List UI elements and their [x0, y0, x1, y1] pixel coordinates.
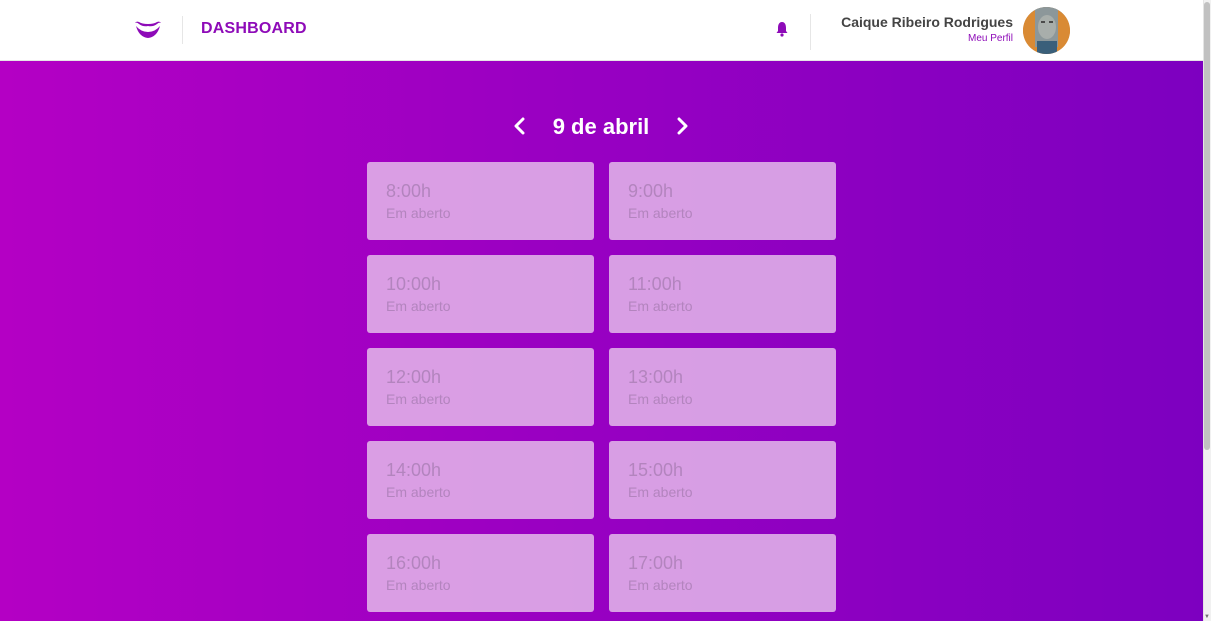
slot-status: Em aberto	[628, 577, 693, 593]
slot-status: Em aberto	[386, 205, 451, 221]
slot-time: 12:00h	[386, 367, 442, 387]
slot-time: 16:00h	[386, 553, 442, 573]
slot-status: Em aberto	[386, 391, 451, 407]
header-divider	[182, 16, 183, 44]
scrollbar-thumb[interactable]	[1204, 2, 1210, 450]
top-header: DASHBOARD Caique Ribeiro Rodrigues Meu P…	[0, 0, 1203, 61]
slot-time: 8:00h	[386, 181, 432, 201]
chevron-left-icon[interactable]	[511, 116, 529, 136]
scroll-down-icon[interactable]: ▼	[1204, 614, 1210, 620]
profile-link[interactable]: Meu Perfil	[968, 33, 1013, 44]
slot-status: Em aberto	[386, 577, 451, 593]
slot-time: 15:00h	[628, 460, 684, 480]
time-slot-card[interactable]: 16:00h Em aberto	[367, 534, 594, 612]
chevron-right-icon[interactable]	[673, 116, 691, 136]
slot-time: 17:00h	[628, 553, 684, 573]
slot-status: Em aberto	[628, 298, 693, 314]
slot-time: 10:00h	[386, 274, 442, 294]
time-slot-card[interactable]: 12:00h Em aberto	[367, 348, 594, 426]
time-slot-card[interactable]: 17:00h Em aberto	[609, 534, 836, 612]
scrollbar[interactable]: ▼	[1203, 0, 1211, 621]
time-slot-card[interactable]: 10:00h Em aberto	[367, 255, 594, 333]
time-slot-card[interactable]: 9:00h Em aberto	[609, 162, 836, 240]
user-name: Caique Ribeiro Rodrigues	[841, 14, 1013, 30]
schedule-area: 9 de abril 8:00h Em aberto 9:00h Em aberto 1…	[0, 61, 1203, 621]
mustache-icon[interactable]	[133, 17, 163, 41]
slot-time: 13:00h	[628, 367, 684, 387]
page-title[interactable]: DASHBOARD	[201, 20, 307, 38]
slot-status: Em aberto	[628, 205, 693, 221]
time-slot-card[interactable]: 15:00h Em aberto	[609, 441, 836, 519]
avatar-photo	[1023, 7, 1070, 54]
slot-status: Em aberto	[628, 484, 693, 500]
slot-time: 9:00h	[628, 181, 674, 201]
bell-icon[interactable]	[775, 21, 789, 37]
date-navigation: 9 de abril	[0, 112, 1203, 142]
slot-time: 11:00h	[628, 274, 682, 294]
date-label: 9 de abril	[552, 114, 650, 139]
time-slot-card[interactable]: 14:00h Em aberto	[367, 441, 594, 519]
slot-status: Em aberto	[628, 391, 693, 407]
time-slot-card[interactable]: 8:00h Em aberto	[367, 162, 594, 240]
avatar[interactable]	[1023, 7, 1070, 54]
time-slot-card[interactable]: 11:00h Em aberto	[609, 255, 836, 333]
slot-time: 14:00h	[386, 460, 442, 480]
time-slot-card[interactable]: 13:00h Em aberto	[609, 348, 836, 426]
header-divider	[810, 14, 811, 50]
slot-status: Em aberto	[386, 298, 451, 314]
slot-status: Em aberto	[386, 484, 451, 500]
